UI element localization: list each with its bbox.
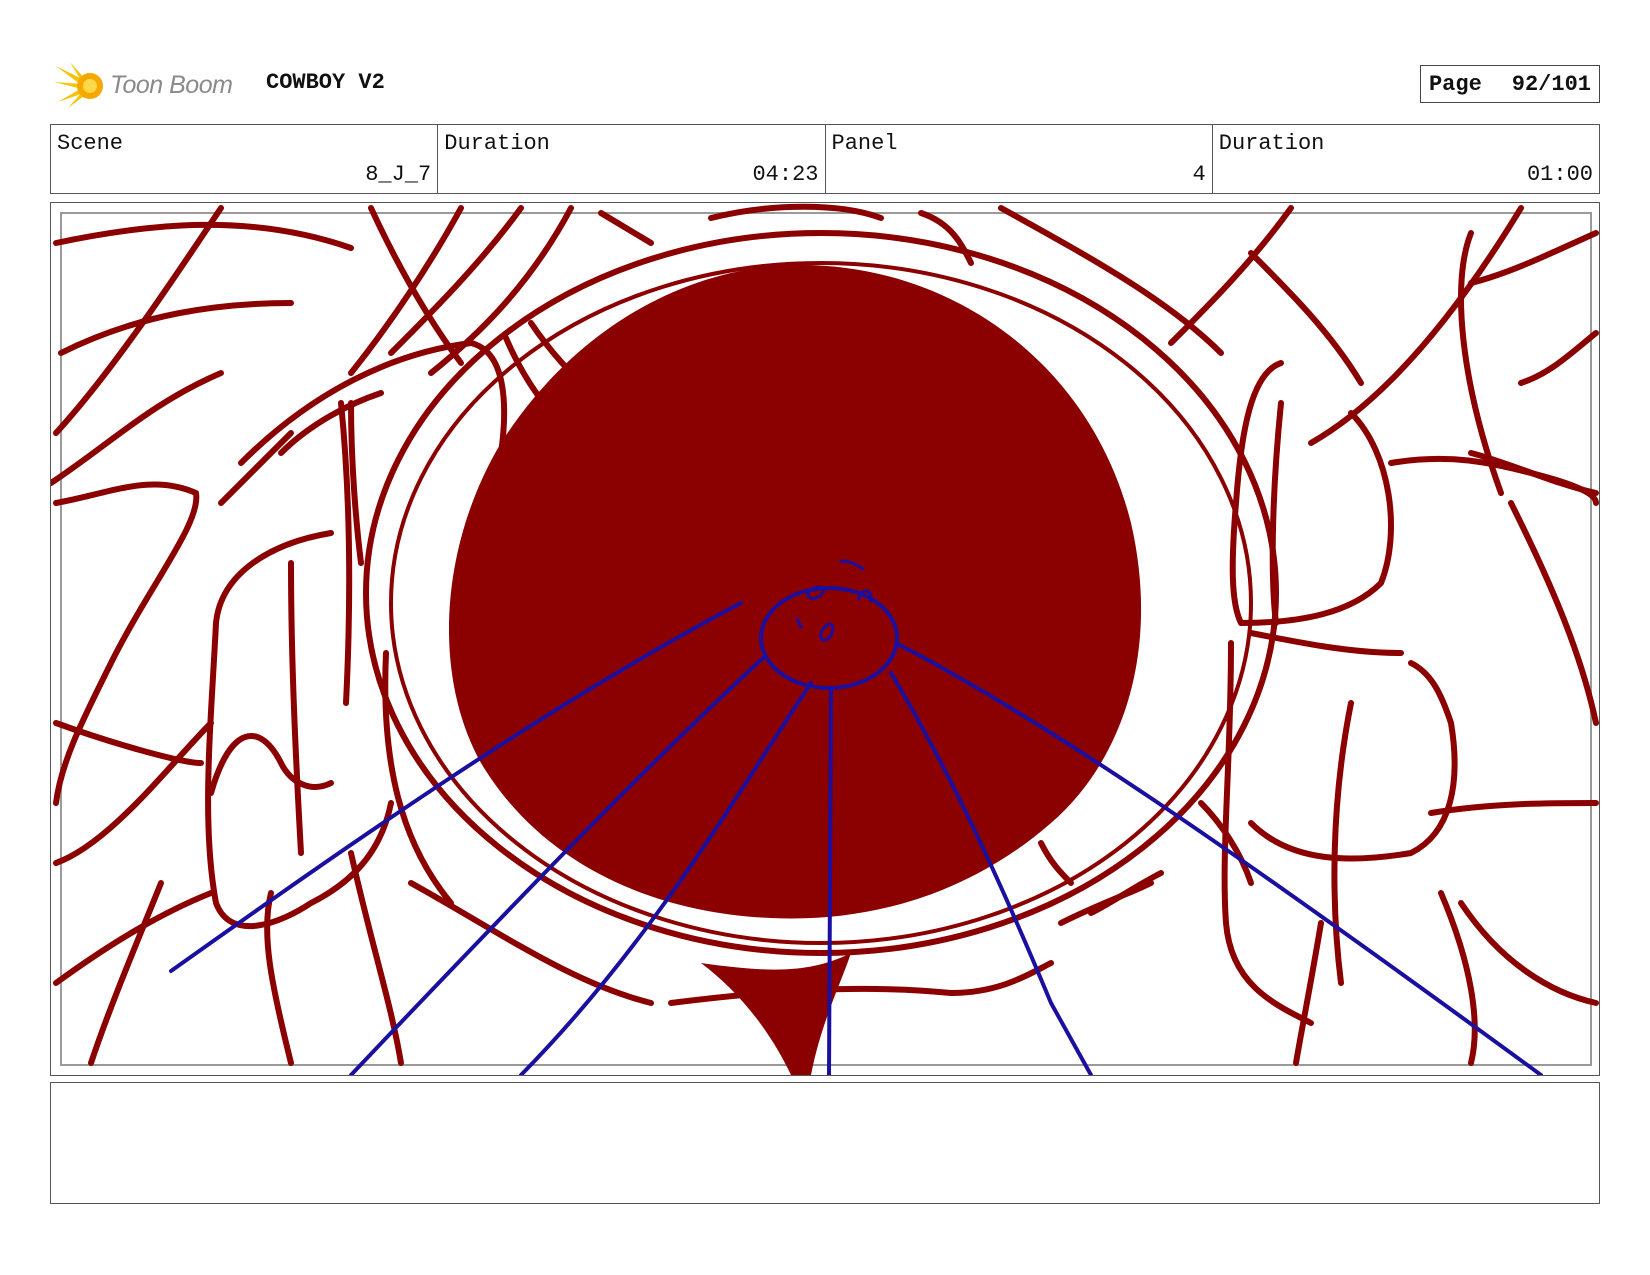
scene-label: Scene — [57, 131, 124, 156]
panel-cell: Panel 4 — [826, 125, 1213, 193]
panel-duration-value: 01:00 — [1526, 162, 1593, 187]
scene-duration-label: Duration — [444, 131, 550, 156]
page-label: Page — [1428, 71, 1482, 97]
scene-duration-cell: Duration 04:23 — [438, 125, 826, 193]
storyboard-panel — [50, 202, 1600, 1076]
page-indicator: Page 92/101 — [1419, 65, 1600, 103]
scene-value: 8_J_7 — [365, 162, 432, 187]
starburst-logo-icon — [54, 62, 103, 108]
scene-duration-value: 04:23 — [752, 162, 819, 187]
storyboard-header: Toon Boom COWBOY V2 Page 92/101 — [50, 58, 1600, 112]
scene-info-table: Scene 8_J_7 Duration 04:23 Panel 4 Durat… — [50, 124, 1600, 194]
panel-value: 4 — [1192, 162, 1206, 187]
project-title: COWBOY V2 — [266, 70, 385, 95]
toon-boom-logo: Toon Boom — [54, 58, 254, 112]
panel-notes — [50, 1082, 1600, 1204]
storyboard-sketch-image — [51, 203, 1599, 1075]
brand-name: Toon Boom — [110, 70, 233, 99]
panel-label: Panel — [831, 131, 898, 156]
scene-cell: Scene 8_J_7 — [51, 125, 439, 193]
page-number: 92/101 — [1511, 71, 1591, 97]
panel-duration-label: Duration — [1218, 131, 1325, 156]
panel-duration-cell: Duration 01:00 — [1213, 125, 1599, 193]
